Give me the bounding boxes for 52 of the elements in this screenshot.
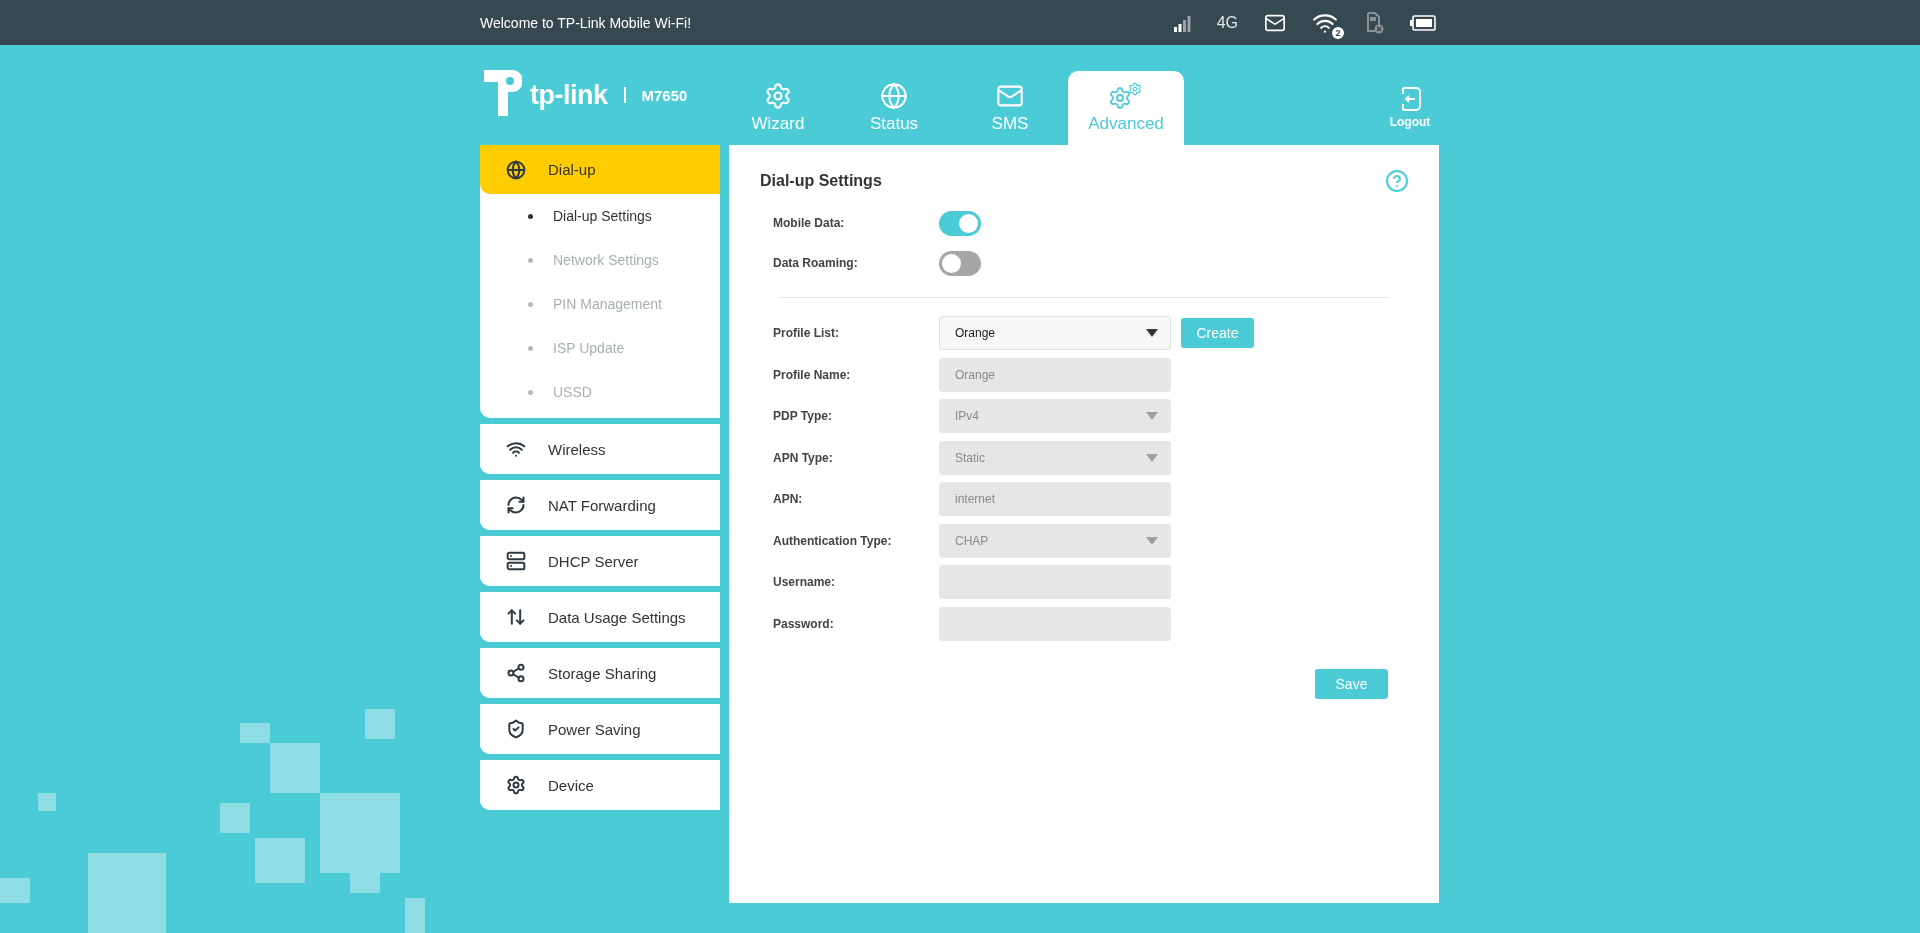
field-label: Authentication Type: (773, 533, 893, 548)
nav-tab[interactable]: Advanced (1068, 71, 1184, 145)
gear-icon (506, 775, 526, 795)
caret-icon (1146, 536, 1158, 545)
nav-tab[interactable]: SMS (952, 71, 1068, 145)
gear-icon (764, 82, 792, 110)
nav-tab[interactable]: Status (836, 71, 952, 145)
field-label: Username: (773, 575, 837, 589)
globe-icon (506, 159, 526, 180)
logo-text: tp-link (530, 79, 608, 111)
gears-icon (1108, 82, 1144, 110)
caret-icon (1146, 412, 1158, 420)
field-label: Profile Name: (773, 367, 852, 382)
shield-icon (506, 719, 526, 739)
battery-icon (1410, 14, 1436, 31)
submenu-item[interactable]: Network Settings (480, 238, 720, 282)
save-button[interactable]: Save (1315, 669, 1388, 699)
share-icon (506, 663, 526, 683)
submenu-item[interactable]: USSD (480, 370, 720, 414)
submenu-item[interactable]: Dial-up Settings (480, 194, 720, 238)
caret-icon (1146, 453, 1158, 462)
wifi-icon (506, 439, 526, 459)
submenu-item[interactable]: ISP Update (480, 326, 720, 370)
submenu-item[interactable]: PIN Management (480, 282, 720, 326)
globe-icon (880, 82, 908, 110)
help-icon[interactable] (1385, 169, 1409, 193)
toggle-switch[interactable] (939, 250, 981, 276)
logout-button[interactable]: Logout (1380, 71, 1440, 145)
field-label: Password: (773, 616, 835, 631)
network-type: 4G (1216, 13, 1238, 32)
field-label: Data Roaming: (773, 256, 859, 270)
client-count-badge: 2 (1332, 26, 1344, 39)
field-label: Mobile Data: (773, 216, 846, 230)
create-button[interactable]: Create (1181, 318, 1254, 348)
refresh-icon (506, 495, 526, 515)
field-label: Profile List: (773, 326, 840, 340)
field-label: PDP Type: (773, 409, 833, 423)
field-label: APN: (773, 492, 804, 506)
welcome-text: Welcome to TP-Link Mobile Wi-Fi! (480, 14, 692, 31)
signal-icon (1172, 13, 1191, 32)
panel-title: Dial-up Settings (760, 172, 882, 190)
sidebar-item[interactable]: Dial-up (480, 145, 720, 194)
logout-icon (1399, 87, 1421, 111)
field-label: APN Type: (773, 450, 834, 465)
sim-card-icon (1364, 11, 1384, 34)
server-icon (506, 551, 526, 571)
toggle-switch[interactable] (939, 210, 981, 236)
caret-icon (1146, 329, 1158, 337)
nav-tab[interactable]: Wizard (720, 71, 836, 145)
model-name: M7650 (641, 86, 688, 104)
up-down-arrows-icon (506, 607, 526, 627)
dropdown[interactable]: Orange (939, 316, 1171, 350)
